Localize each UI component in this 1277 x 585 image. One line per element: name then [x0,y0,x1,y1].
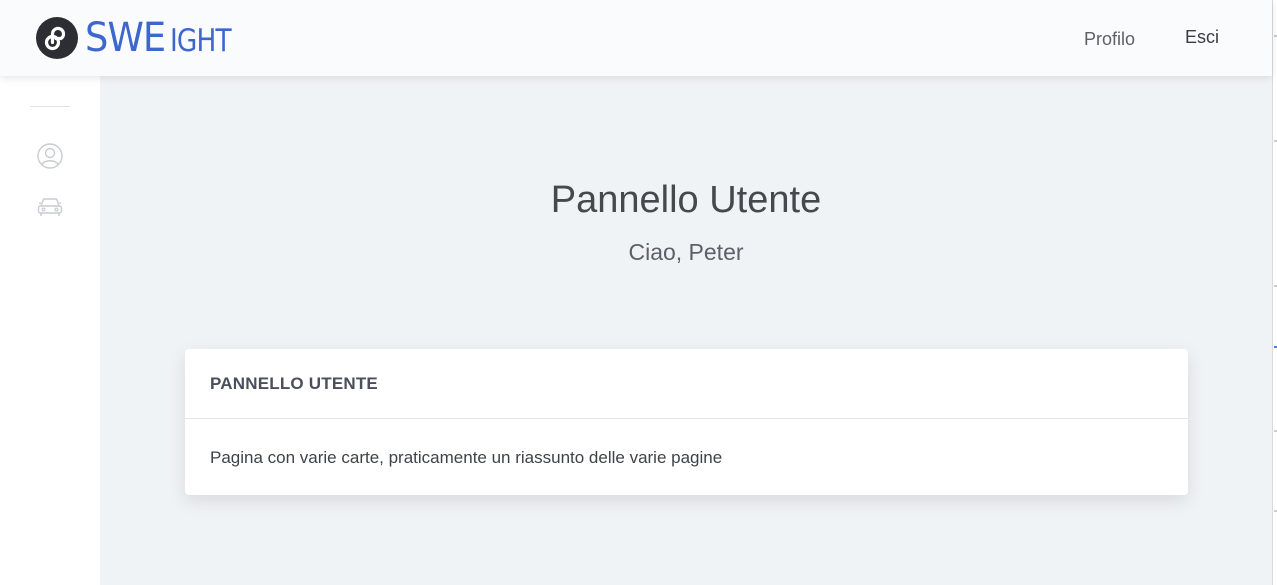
page-title: Pannello Utente [550,179,822,221]
sidebar-item-user[interactable] [36,142,64,170]
car-icon [37,198,63,216]
user-panel-card: PANNELLO UTENTE Pagina con varie carte, … [185,349,1188,495]
brand-wordmark-big: SWE [85,15,166,61]
sidebar-item-car[interactable] [36,192,64,220]
nav-logout-link[interactable]: Esci [1185,27,1219,48]
brand-wordmark-small: IGHT [170,23,232,59]
nav-profile-link[interactable]: Profilo [1084,29,1135,50]
card-header: PANNELLO UTENTE [185,349,1188,419]
brand-wordmark: SWE IGHT [85,18,242,58]
brand-logo-icon [36,17,78,59]
app-window: SWE IGHT Profilo Esci Pannello Utente Ci… [0,0,1277,585]
brand-logo[interactable]: SWE IGHT [36,16,242,60]
user-icon [37,143,63,169]
sidebar-divider [30,106,70,107]
top-navbar: SWE IGHT Profilo Esci [0,0,1272,76]
sidebar [0,76,100,585]
card-body: Pagina con varie carte, praticamente un … [210,448,723,467]
greeting-text: Ciao, Peter [628,239,744,265]
window-edge [1272,0,1277,585]
main-content: Pannello Utente Ciao, Peter PANNELLO UTE… [100,76,1272,585]
